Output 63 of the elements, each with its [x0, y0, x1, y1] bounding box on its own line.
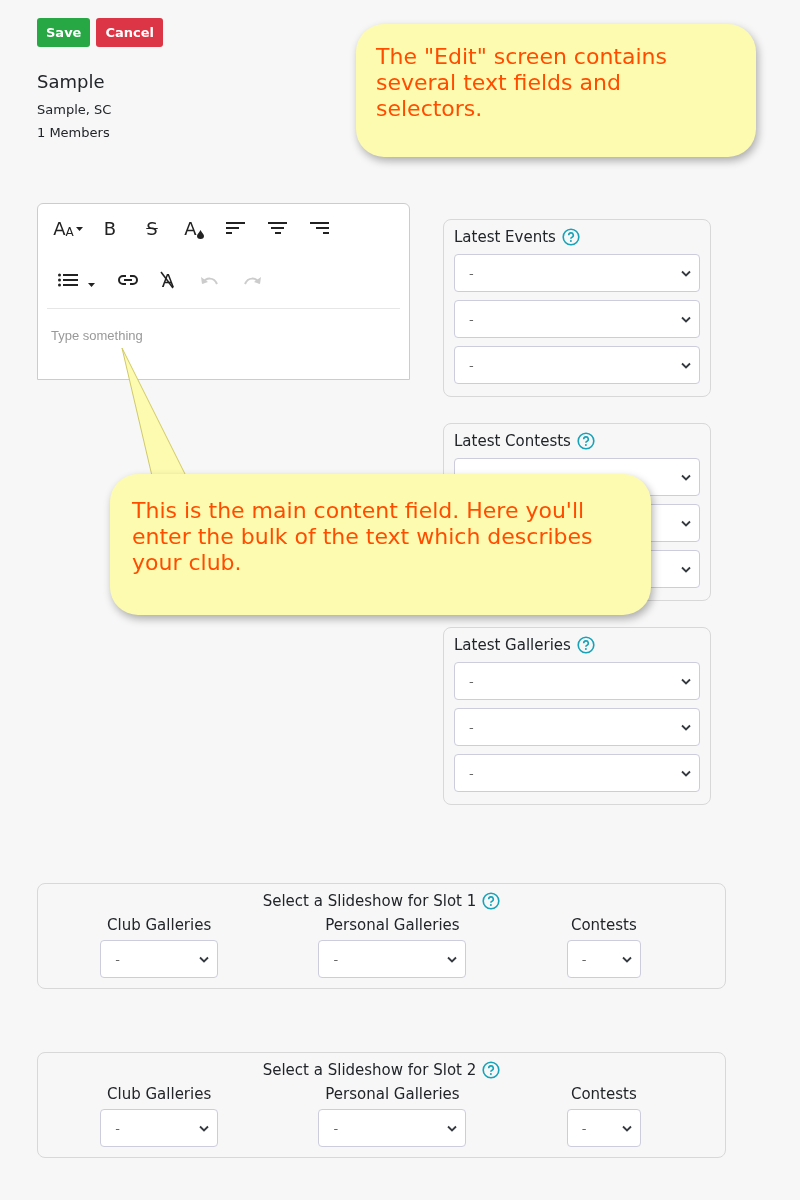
- column-label: Club Galleries: [107, 1085, 212, 1103]
- dropdown[interactable]: -: [454, 708, 700, 746]
- dropdown[interactable]: -: [100, 940, 219, 978]
- slot-title: Select a Slideshow for Slot 1: [262, 892, 477, 910]
- slot-title: Select a Slideshow for Slot 2: [262, 1061, 477, 1079]
- link-icon[interactable]: [118, 274, 138, 286]
- chevron-icon: [681, 361, 691, 369]
- font-size-button[interactable]: A$_{A}$: [53, 217, 83, 239]
- dropdown[interactable]: -: [318, 940, 467, 978]
- drop-icon: [196, 229, 204, 239]
- dropdown[interactable]: -: [566, 940, 641, 978]
- chevron-icon: [681, 315, 691, 323]
- panel-title: Latest Contests: [454, 432, 571, 450]
- help-icon[interactable]: [482, 1061, 501, 1079]
- dropdown[interactable]: -: [454, 754, 700, 792]
- chevron-icon: [621, 955, 632, 963]
- chevron-icon: [621, 1124, 632, 1132]
- callout-tooltip: The "Edit" screen contains several text fields and selectors.: [356, 24, 756, 157]
- help-icon[interactable]: [576, 636, 595, 654]
- chevron-icon: [681, 269, 691, 277]
- chevron-icon: [199, 1124, 210, 1132]
- chevron-icon: [447, 955, 458, 963]
- bold-button[interactable]: B: [103, 217, 117, 239]
- list-button[interactable]: [57, 273, 95, 287]
- callout-tooltip: This is the main content field. Here you'll enter the bulk of the text which describes your club.: [110, 474, 651, 615]
- club-name: Sample: [37, 71, 105, 92]
- column-label: Club Galleries: [107, 916, 212, 934]
- chevron-icon: [681, 677, 691, 685]
- help-icon[interactable]: [576, 432, 595, 450]
- chevron-icon: [199, 955, 210, 963]
- dropdown[interactable]: -: [566, 1109, 641, 1147]
- chevron-icon: [681, 519, 691, 527]
- help-icon[interactable]: [482, 892, 501, 910]
- dropdown[interactable]: -: [454, 662, 700, 700]
- chevron-icon: [681, 473, 691, 481]
- content-field[interactable]: Type something: [49, 327, 402, 344]
- dropdown[interactable]: -: [318, 1109, 467, 1147]
- club-location: Sample, SC: [37, 102, 112, 117]
- chevron-icon: [447, 1124, 458, 1132]
- chevron-icon: [681, 565, 691, 573]
- column-label: Contests: [570, 916, 637, 934]
- column-label: Contests: [570, 1085, 637, 1103]
- strikethrough-button[interactable]: S: [146, 217, 158, 239]
- align-left-icon[interactable]: [226, 221, 246, 235]
- dropdown[interactable]: -: [454, 346, 700, 384]
- align-right-icon[interactable]: [310, 221, 330, 235]
- chevron-icon: [681, 723, 691, 731]
- chevron-icon: [681, 769, 691, 777]
- help-icon[interactable]: [561, 228, 580, 246]
- dropdown[interactable]: -: [454, 254, 700, 292]
- panel-title: Latest Galleries: [454, 636, 571, 654]
- member-count: 1 Members: [37, 125, 110, 140]
- dropdown[interactable]: -: [100, 1109, 219, 1147]
- caret-icon: [87, 283, 95, 287]
- cancel-button[interactable]: Cancel: [96, 18, 163, 47]
- caret-icon: [75, 226, 83, 231]
- column-label: Personal Galleries: [325, 916, 460, 934]
- text-color-button[interactable]: A: [184, 217, 204, 239]
- panel-title: Latest Events: [454, 228, 556, 246]
- save-button[interactable]: Save: [37, 18, 91, 47]
- dropdown[interactable]: -: [454, 300, 700, 338]
- align-center-icon[interactable]: [268, 221, 288, 235]
- column-label: Personal Galleries: [325, 1085, 460, 1103]
